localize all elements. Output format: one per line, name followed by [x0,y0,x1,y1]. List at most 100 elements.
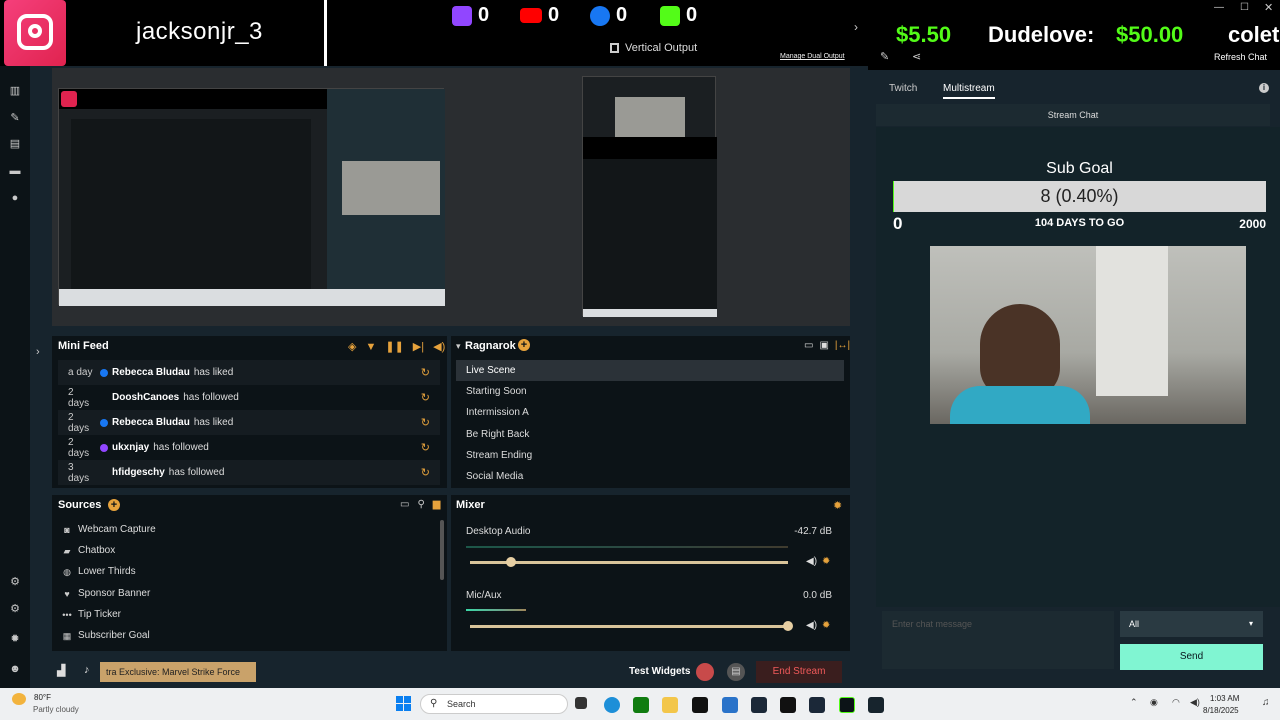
audience-select[interactable]: All ▾ [1120,611,1263,637]
file-explorer-icon[interactable] [662,697,678,713]
scene-item[interactable]: Starting Soon [456,381,844,402]
volume-icon[interactable]: ◀) [433,340,445,353]
filter-icon[interactable]: ▼ [365,341,376,353]
mixer-settings-icon[interactable]: ✹ [833,499,842,512]
source-item[interactable]: ••• Tip Ticker [62,609,121,620]
channel-settings-icon[interactable]: ✹ [822,620,830,631]
clock-time: 1:03 AM [1210,694,1240,703]
transitions-icon[interactable]: |↔| [835,340,850,351]
windows-start-icon[interactable] [396,696,412,712]
minimize-icon[interactable]: — [1214,2,1224,13]
end-stream-button[interactable]: End Stream [756,661,842,683]
tab-multistream[interactable]: Multistream [943,83,995,94]
edge-icon[interactable] [604,697,620,713]
record-button[interactable] [696,663,714,681]
manage-dual-output-link[interactable]: Manage Dual Output [780,53,845,60]
source-item[interactable]: ▦ Subscriber Goal [62,630,150,641]
store-icon[interactable]: ▤ [8,137,22,151]
record-icon[interactable]: ● [8,191,22,205]
replay-icon[interactable]: ↻ [421,416,430,429]
photos-icon[interactable] [722,697,738,713]
scene-item[interactable]: Social Media [456,466,844,487]
vertical-output-toggle[interactable]: Vertical Output [610,42,697,54]
source-label: Tip Ticker [78,609,121,620]
chat-input[interactable]: Enter chat message [882,611,1114,669]
replay-icon[interactable]: ↻ [421,391,430,404]
replay-icon[interactable]: ↻ [421,366,430,379]
edit-icon[interactable]: ✎ [880,50,889,63]
obs-icon[interactable] [868,697,884,713]
profile-icon[interactable]: ☻ [8,662,22,676]
steam-icon[interactable] [751,697,767,713]
notification-bell-icon[interactable]: ♫ [1262,697,1270,708]
chevron-right-icon[interactable]: › [854,20,858,34]
studio-icon[interactable]: ▥ [8,84,22,98]
volume-icon[interactable]: ◀) [1190,697,1200,708]
share-icon[interactable]: ⋖ [912,50,921,63]
test-widgets-label: Test Widgets [629,666,691,677]
channel-settings-icon[interactable]: ✹ [822,556,830,567]
refresh-chat-button[interactable]: Refresh Chat [1214,52,1267,62]
info-icon[interactable]: i [1259,83,1269,93]
replay-buffer-button[interactable]: ▤ [727,663,745,681]
speaker-icon[interactable]: ◀) [806,556,817,567]
expand-chevron-icon[interactable]: › [36,346,40,358]
add-source-icon[interactable]: + [108,499,120,511]
news-ticker[interactable]: tra Exclusive: Marvel Strike Force [100,662,256,682]
shield-icon[interactable]: ◈ [348,340,356,353]
source-properties-icon[interactable]: ▭ [400,499,409,510]
horizontal-preview[interactable] [58,88,445,306]
weather-icon[interactable] [12,693,26,705]
close-icon[interactable]: ✕ [1264,1,1273,14]
stats-icon[interactable]: ▟ [57,664,65,677]
youtube-count: 0 [548,4,560,26]
scene-item[interactable]: Be Right Back [456,424,844,445]
tab-twitch[interactable]: Twitch [889,83,917,94]
network-icon[interactable]: ◉ [1150,697,1158,708]
replay-icon[interactable]: ↻ [421,466,430,479]
volume-knob[interactable] [506,557,516,567]
highlighter-icon[interactable]: ▬ [8,164,22,178]
scene-item[interactable]: Intermission A [456,402,844,423]
sources-scrollbar[interactable] [440,520,444,580]
task-view-icon[interactable] [575,697,587,709]
notifications-icon[interactable]: ♪ [84,664,90,676]
wifi-icon[interactable]: ◠ [1172,697,1180,708]
taskbar-search[interactable]: ⚲ Search [420,694,568,714]
feed-time: 3 days [68,461,90,484]
themes-icon[interactable]: ✎ [8,111,22,125]
source-filters-icon[interactable]: ⚲ [417,499,424,510]
xbox-icon[interactable] [633,697,649,713]
streamlabs-icon[interactable] [839,697,855,713]
speaker-icon[interactable]: ◀) [806,620,817,631]
steam-alt-icon[interactable] [809,697,825,713]
volume-knob[interactable] [783,621,793,631]
mini-feed-title: Mini Feed [58,340,109,352]
chevron-down-icon[interactable]: ▾ [456,341,461,352]
tiktok-icon[interactable] [692,697,708,713]
chevron-down-icon: ▾ [1248,619,1253,628]
settings-icon[interactable]: ✹ [8,632,22,646]
pause-icon[interactable]: ❚❚ [385,340,403,353]
apps-icon[interactable]: ⚙ [8,575,22,589]
volume-slider[interactable] [470,625,788,628]
replay-icon[interactable]: ↻ [421,441,430,454]
send-button[interactable]: Send [1120,644,1263,670]
folder-icon[interactable]: ▆ [433,499,441,510]
source-item[interactable]: ▰ Chatbox [62,545,116,556]
add-scene-icon[interactable]: + [518,339,530,351]
chevron-up-icon[interactable]: ⌃ [1130,697,1138,708]
volume-slider[interactable] [470,561,788,564]
studio-mode-icon[interactable]: ▭ [804,340,813,351]
scene-item[interactable]: Stream Ending [456,445,844,466]
source-item[interactable]: ◍ Lower Thirds [62,566,136,577]
scene-item[interactable]: Live Scene [456,360,844,381]
vertical-preview[interactable] [582,76,717,317]
skip-icon[interactable]: ▶| [413,340,424,353]
tools-icon[interactable]: ⚙ [8,602,22,616]
maximize-icon[interactable]: ☐ [1240,2,1249,13]
source-item[interactable]: ◙ Webcam Capture [62,524,155,535]
layout-icon[interactable]: ▣ [819,340,828,351]
tiktok-studio-icon[interactable] [780,697,796,713]
source-item[interactable]: ♥ Sponsor Banner [62,588,150,599]
